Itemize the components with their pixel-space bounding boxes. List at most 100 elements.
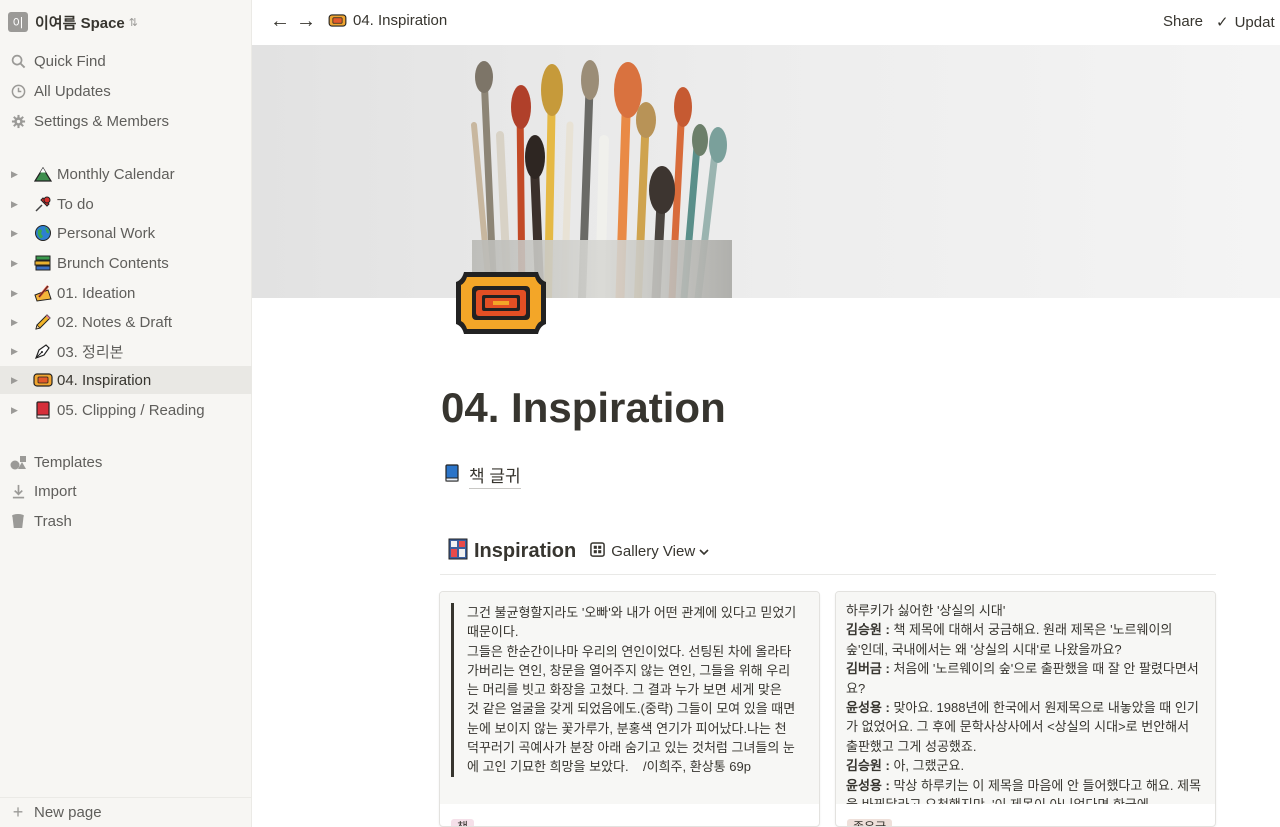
pushpin-icon <box>33 195 53 213</box>
new-page-button[interactable]: + New page <box>0 797 252 827</box>
view-selector[interactable]: Gallery View <box>590 542 709 561</box>
ticket-icon <box>328 14 347 27</box>
workspace-switcher[interactable]: 이 이여름 Space ⇅ <box>8 10 138 34</box>
forward-arrow-icon[interactable]: → <box>296 10 316 33</box>
card-preview: 그건 불균형할지라도 '오빠'와 내가 어떤 관계에 있다고 믿었기 때문이다.… <box>440 592 819 804</box>
sidebar-all-updates[interactable]: All Updates <box>0 77 252 105</box>
breadcrumb-label: 04. Inspiration <box>353 12 448 29</box>
sidebar-item-jeongribon[interactable]: ▶ 03. 정리본 <box>0 337 252 365</box>
ticket-icon[interactable] <box>452 268 550 338</box>
books-icon <box>33 255 53 271</box>
sidebar-item-label: Quick Find <box>34 52 106 70</box>
gallery-card[interactable]: 하루키가 싫어한 '상실의 시대' 김승원 : 책 제목에 대해서 궁금해요. … <box>835 591 1216 827</box>
trash-icon <box>9 513 27 529</box>
sidebar-import[interactable]: Import <box>0 477 252 505</box>
card-tag: 좋은글 <box>847 819 893 826</box>
sidebar-settings[interactable]: Settings & Members <box>0 107 252 135</box>
search-icon <box>9 54 27 69</box>
blue-book-icon <box>444 464 460 487</box>
database-divider <box>440 574 1216 575</box>
paintbrushes-cover-image <box>471 60 732 298</box>
chevron-down-icon <box>699 543 709 560</box>
sidebar: 이 이여름 Space ⇅ Quick Find All Updates Set… <box>0 0 252 827</box>
sidebar-item-label: 02. Notes & Draft <box>57 313 173 331</box>
back-arrow-icon[interactable]: ← <box>270 10 290 33</box>
expand-triangle-icon[interactable]: ▶ <box>11 169 21 180</box>
check-icon: ✓ <box>1216 14 1229 31</box>
expand-triangle-icon[interactable]: ▶ <box>11 317 21 328</box>
dialog-line: 윤성용 : 맞아요. 1988년에 한국에서 원제목으로 내놓았을 때 인기가 … <box>846 700 1199 754</box>
sidebar-item-label: To do <box>57 195 94 213</box>
gallery-view-icon <box>590 542 606 561</box>
pencil-icon <box>33 313 53 331</box>
linked-page-book-quotes[interactable]: 책 글귀 <box>444 462 521 489</box>
sidebar-item-label: Settings & Members <box>34 112 170 130</box>
chevron-updown-icon: ⇅ <box>128 16 138 29</box>
breadcrumb[interactable]: 04. Inspiration <box>328 12 447 29</box>
globe-icon <box>33 224 53 242</box>
topbar: ← → 04. Inspiration Share ✓ Updat <box>252 0 1280 45</box>
database-title[interactable]: Inspiration <box>474 540 576 563</box>
sidebar-item-label: Brunch Contents <box>57 254 169 272</box>
card-tag: 책 <box>451 819 475 826</box>
ticket-icon <box>33 373 53 387</box>
sidebar-item-inspiration[interactable]: ▶ 04. Inspiration <box>0 366 252 394</box>
updates-label: Updat <box>1234 13 1275 31</box>
expand-triangle-icon[interactable]: ▶ <box>11 375 21 386</box>
sidebar-item-label: Monthly Calendar <box>57 165 175 183</box>
dialog-line: 김버금 : 처음에 '노르웨이의 숲'으로 출판했을 때 잘 안 팔렸다면서요? <box>846 661 1199 696</box>
sidebar-item-label: 04. Inspiration <box>57 371 152 389</box>
sidebar-item-label: 05. Clipping / Reading <box>57 401 205 419</box>
sidebar-item-label: 03. 정리본 <box>57 343 124 361</box>
expand-triangle-icon[interactable]: ▶ <box>11 199 21 210</box>
fountain-pen-icon <box>33 342 53 360</box>
card-dialog-text: 하루키가 싫어한 '상실의 시대' 김승원 : 책 제목에 대해서 궁금해요. … <box>846 601 1202 804</box>
sidebar-templates[interactable]: Templates <box>0 448 252 476</box>
sidebar-item-label: Trash <box>34 512 72 530</box>
sidebar-item-brunch-contents[interactable]: ▶ Brunch Contents <box>0 249 252 277</box>
sidebar-item-ideation[interactable]: ▶ 01. Ideation <box>0 279 252 307</box>
sidebar-quick-find[interactable]: Quick Find <box>0 47 252 75</box>
shapes-icon <box>9 455 27 470</box>
dialog-line: 김승원 : 아, 그랬군요. <box>846 758 965 774</box>
workspace-name: 이여름 Space <box>35 14 125 32</box>
share-button[interactable]: Share <box>1163 13 1203 30</box>
dialog-line: 김승원 : 책 제목에 대해서 궁금해요. 원래 제목은 '노르웨이의 숲'인데… <box>846 622 1173 657</box>
sidebar-item-personal-work[interactable]: ▶ Personal Work <box>0 219 252 247</box>
expand-triangle-icon[interactable]: ▶ <box>11 405 21 416</box>
dialog-line: 윤성용 : 막상 하루키는 이 제목을 마음에 안 들어했다고 해요. 제목을 … <box>846 777 1202 804</box>
sidebar-item-todo[interactable]: ▶ To do <box>0 190 252 218</box>
card-quote-text: 그건 불균형할지라도 '오빠'와 내가 어떤 관계에 있다고 믿었기 때문이다.… <box>451 603 797 777</box>
sidebar-item-label: All Updates <box>34 82 111 100</box>
gear-icon <box>9 114 27 129</box>
expand-triangle-icon[interactable]: ▶ <box>11 288 21 299</box>
expand-triangle-icon[interactable]: ▶ <box>11 258 21 269</box>
sidebar-item-label: Personal Work <box>57 224 156 242</box>
red-book-icon <box>33 401 53 419</box>
sidebar-item-label: Templates <box>34 453 103 471</box>
sidebar-item-monthly-calendar[interactable]: ▶ Monthly Calendar <box>0 160 252 188</box>
sidebar-trash[interactable]: Trash <box>0 507 252 535</box>
sidebar-item-label: Import <box>34 482 77 500</box>
sidebar-item-notes-draft[interactable]: ▶ 02. Notes & Draft <box>0 308 252 336</box>
card-preview: 하루키가 싫어한 '상실의 시대' 김승원 : 책 제목에 대해서 궁금해요. … <box>836 592 1215 804</box>
expand-triangle-icon[interactable]: ▶ <box>11 228 21 239</box>
workspace-badge: 이 <box>8 12 28 32</box>
download-icon <box>9 484 27 499</box>
database-header: Inspiration Gallery View <box>448 538 709 565</box>
linked-page-label: 책 글귀 <box>469 462 521 489</box>
plus-icon: + <box>12 802 24 822</box>
new-page-label: New page <box>34 804 102 821</box>
clock-icon <box>9 84 27 99</box>
page-cover[interactable] <box>252 45 1280 298</box>
mountain-icon <box>33 166 53 182</box>
page-title[interactable]: 04. Inspiration <box>441 384 726 432</box>
expand-triangle-icon[interactable]: ▶ <box>11 346 21 357</box>
gallery-card[interactable]: 그건 불균형할지라도 '오빠'와 내가 어떤 관계에 있다고 믿었기 때문이다.… <box>439 591 820 827</box>
memo-icon <box>33 284 53 302</box>
dialog-line: 하루키가 싫어한 '상실의 시대' <box>846 603 1006 618</box>
sidebar-item-clipping-reading[interactable]: ▶ 05. Clipping / Reading <box>0 396 252 424</box>
updates-button[interactable]: ✓ Updat <box>1216 13 1275 32</box>
bulletin-board-icon <box>448 538 468 565</box>
sidebar-item-label: 01. Ideation <box>57 284 136 302</box>
